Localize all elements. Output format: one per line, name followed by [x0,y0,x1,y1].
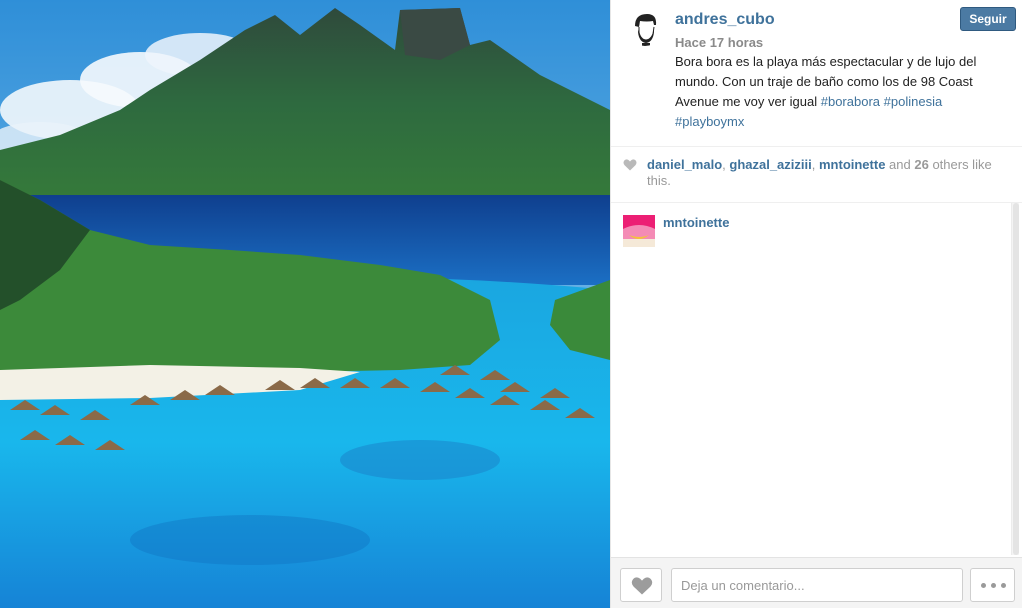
commenter-username[interactable]: mntoinette [663,215,729,230]
post-header: andres_cubo Hace 17 horas Bora bora es l… [611,0,1022,147]
user-avatar[interactable] [627,10,663,46]
comments-scrollbar[interactable] [1011,203,1019,555]
liker-link[interactable]: mntoinette [819,157,885,172]
heart-icon [631,577,653,595]
likes-others-count[interactable]: 26 [914,157,928,172]
post-details-panel: andres_cubo Hace 17 horas Bora bora es l… [610,0,1022,608]
post-caption: Bora bora es la playa más espectacular y… [675,52,1005,132]
ellipsis-icon [991,583,996,588]
likes-text: daniel_malo, ghazal_aziziii, mntoinette … [647,157,1015,189]
commenter-avatar-image-icon [623,215,655,247]
hashtag-link[interactable]: #borabora [821,94,880,109]
comment-input[interactable] [671,568,963,602]
heart-icon [623,159,637,171]
commenter-avatar[interactable] [623,215,655,247]
likes-separator: , [811,157,819,172]
comment-footer [611,557,1022,608]
bora-bora-image [0,0,610,608]
hashtag-link[interactable]: #playboymx [675,114,744,129]
post-timestamp[interactable]: Hace 17 horas [675,35,763,50]
post-username[interactable]: andres_cubo [675,11,775,29]
comment-item: mntoinette [623,215,1003,255]
like-button[interactable] [620,568,662,602]
comments-list: mntoinette [611,203,1011,557]
ellipsis-icon [1001,583,1006,588]
liker-link[interactable]: ghazal_aziziii [729,157,811,172]
likes-and: and [885,157,915,172]
liker-link[interactable]: daniel_malo [647,157,722,172]
scrollbar-thumb[interactable] [1013,203,1019,555]
post-photo[interactable] [0,0,610,608]
avatar-illustration-icon [627,10,663,46]
follow-button[interactable]: Seguir [960,7,1016,31]
hashtag-link[interactable]: #polinesia [884,94,943,109]
ellipsis-icon [981,583,986,588]
more-options-button[interactable] [970,568,1015,602]
likes-section: daniel_malo, ghazal_aziziii, mntoinette … [611,147,1022,203]
